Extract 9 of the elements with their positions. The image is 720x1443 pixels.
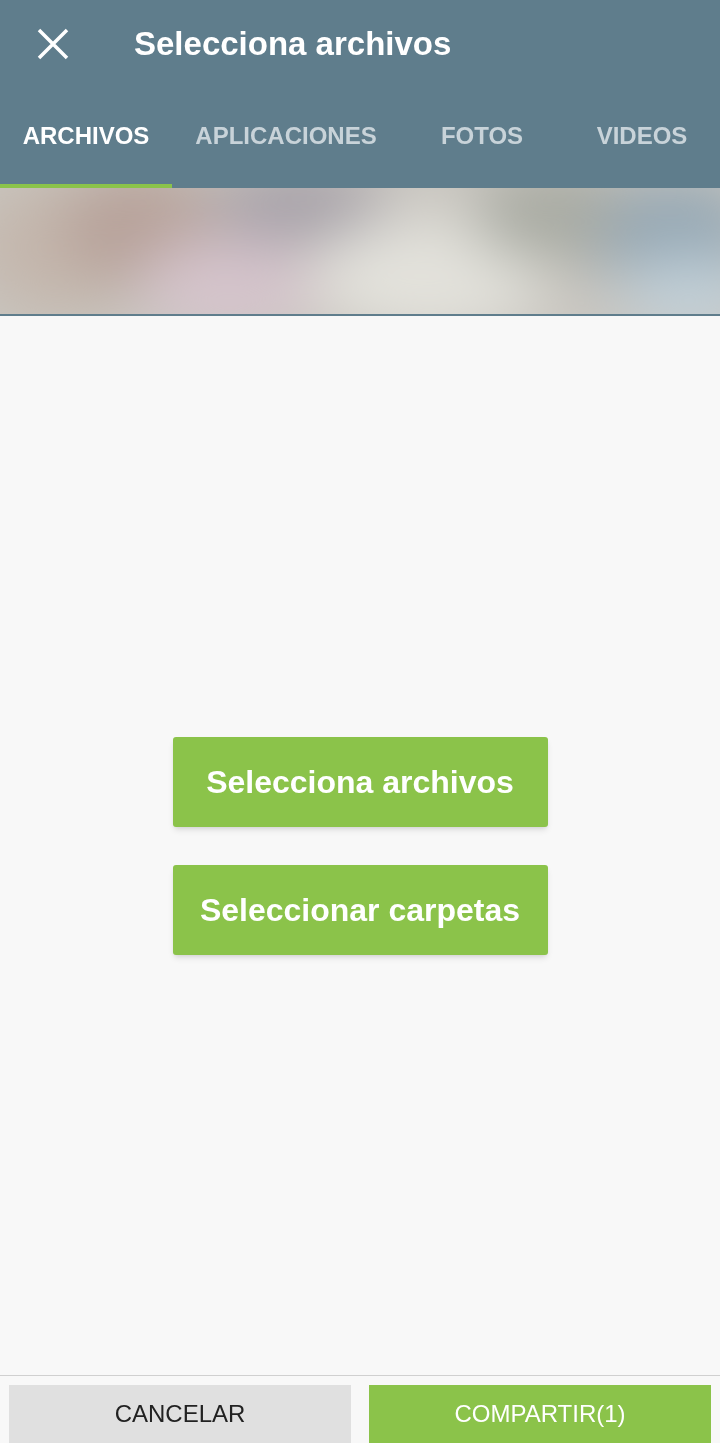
close-icon[interactable] (36, 27, 70, 61)
action-button[interactable]: Seleccionar carpetas (172, 864, 548, 955)
screen-title: Selecciona archivos (134, 24, 452, 65)
action-button[interactable]: Selecciona archivos (172, 736, 548, 827)
tab[interactable]: VIDEOS (564, 88, 720, 188)
tab[interactable]: APLICACIONES (172, 88, 400, 188)
share-button[interactable]: COMPARTIR(1) (369, 1385, 711, 1443)
tab[interactable]: FOTOS (400, 88, 564, 188)
cancel-button[interactable]: CANCELAR (9, 1385, 351, 1443)
